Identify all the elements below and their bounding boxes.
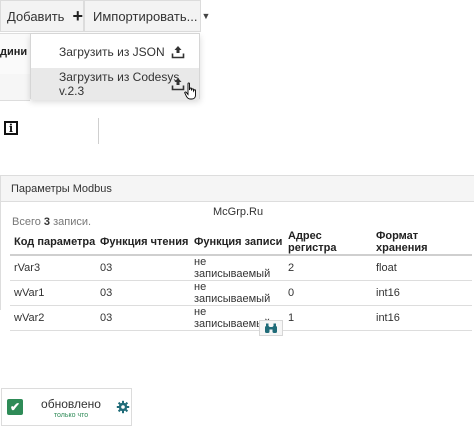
table-cell: 03 (96, 280, 190, 306)
table-cell: 1 (284, 305, 372, 331)
total-suffix: записи. (50, 216, 92, 228)
status-title: обновлено (41, 397, 101, 411)
import-dropdown-button[interactable]: Импортировать... ▼ (84, 0, 210, 32)
records-total: Всего 3 записи. (12, 216, 91, 228)
table-header-row: Код параметра Функция чтения Функция зап… (10, 230, 472, 256)
hand-cursor-icon (184, 82, 196, 100)
table-cell: float (372, 255, 472, 281)
check-icon: ✔ (7, 399, 23, 415)
table-cell: int16 (372, 305, 472, 331)
table-cell: 0 (284, 280, 372, 306)
background-table-row (0, 74, 30, 101)
gear-icon[interactable] (116, 400, 130, 414)
status-subtitle: только что (53, 412, 89, 419)
table-cell: не записываемый (190, 255, 284, 281)
column-header[interactable]: Формат хранения (372, 230, 472, 256)
caret-down-icon: ▼ (201, 11, 211, 21)
import-menu: Загрузить из JSON Загрузить из Codesys v… (30, 33, 200, 100)
add-button[interactable]: Добавить + (0, 0, 84, 32)
binoculars-icon (265, 323, 277, 333)
upload-icon (171, 46, 185, 59)
table-cell: int16 (372, 280, 472, 306)
table-cell: rVar3 (10, 255, 96, 281)
toolbar: Добавить + Импортировать... ▼ (0, 0, 210, 33)
find-button[interactable] (259, 320, 283, 336)
menu-item-load-codesys[interactable]: Загрузить из Codesys v.2.3 (31, 68, 199, 100)
column-header[interactable]: Функция записи (190, 230, 284, 256)
table-cell: wVar1 (10, 280, 96, 306)
column-header[interactable]: Код параметра (10, 230, 96, 256)
table-row[interactable]: wVar1 03 не записываемый 0 int16 (10, 280, 472, 306)
update-status-widget: ✔ обновлено только что (1, 388, 132, 426)
menu-item-label: Загрузить из JSON (59, 45, 165, 59)
table-row[interactable]: wVar2 03 не записываемый 1 int16 (10, 305, 472, 331)
vertical-divider (98, 118, 99, 144)
table-row[interactable]: rVar3 03 не записываемый 2 float (10, 255, 472, 281)
upload-icon (171, 78, 185, 91)
info-icon[interactable]: i (4, 121, 18, 135)
add-button-label: Добавить (7, 8, 65, 24)
table-cell: не записываемый (190, 280, 284, 306)
menu-item-load-json[interactable]: Загрузить из JSON (31, 36, 199, 68)
total-prefix: Всего (12, 216, 44, 228)
column-header[interactable]: Адрес регистра (284, 230, 372, 256)
panel-header: Параметры Modbus (1, 176, 474, 202)
watermark-text: McGrp.Ru (213, 206, 264, 218)
background-table-header: дини (0, 33, 30, 75)
import-button-label: Импортировать... (93, 8, 198, 24)
table-cell: 03 (96, 305, 190, 331)
table-cell: 2 (284, 255, 372, 281)
column-header[interactable]: Функция чтения (96, 230, 190, 256)
plus-icon: + (72, 5, 83, 26)
modbus-params-table: Код параметра Функция чтения Функция зап… (10, 230, 472, 331)
table-cell: wVar2 (10, 305, 96, 331)
background-header-fragment: дини (0, 46, 28, 58)
panel-title: Параметры Modbus (11, 183, 112, 195)
table-cell: 03 (96, 255, 190, 281)
